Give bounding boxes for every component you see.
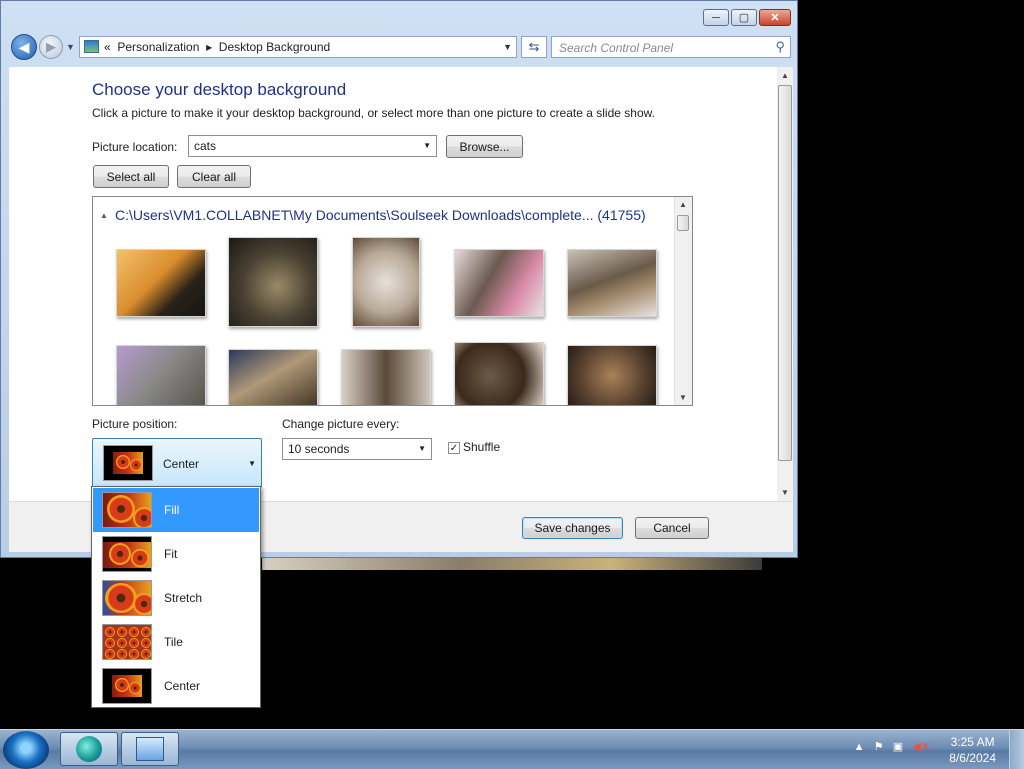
collapse-icon[interactable]: ▲ xyxy=(100,211,108,220)
picture-position-select[interactable]: Center ▼ xyxy=(92,438,262,488)
network-icon[interactable]: ▣ xyxy=(893,741,903,753)
back-button[interactable]: ◀ xyxy=(11,34,37,60)
scroll-down-icon[interactable]: ▼ xyxy=(781,488,789,497)
center-preview-icon xyxy=(103,445,153,481)
clock[interactable]: 3:25 AM 8/6/2024 xyxy=(949,734,996,766)
picture-location-label: Picture location: xyxy=(92,140,178,154)
control-panel-icon xyxy=(136,737,164,761)
clock-date: 8/6/2024 xyxy=(949,751,996,765)
clock-time: 3:25 AM xyxy=(950,735,995,749)
shuffle-checkbox[interactable]: ✓ xyxy=(448,442,460,454)
tray-icons: ▲ ⚑ ▣ ◀✕ xyxy=(854,740,930,768)
show-desktop-button[interactable] xyxy=(1009,730,1024,769)
picture-location-value: cats xyxy=(194,139,217,153)
taskbar-app-button[interactable] xyxy=(60,732,118,766)
close-button[interactable]: ✕ xyxy=(759,9,791,26)
wallpaper-thumbnail[interactable] xyxy=(228,237,318,327)
picture-position-value: Center xyxy=(163,457,200,471)
position-option-fit[interactable]: Fit xyxy=(93,532,259,576)
search-input[interactable]: Search Control Panel ⚲ xyxy=(551,36,791,58)
wallpaper-thumbnail[interactable] xyxy=(228,349,318,405)
position-option-fill[interactable]: Fill xyxy=(93,488,259,532)
picture-gallery: ▲ C:\Users\VM1.COLLABNET\My Documents\So… xyxy=(92,196,693,406)
tile-preview-icon xyxy=(102,624,152,660)
picture-position-dropdown: Fill Fit Stretch Tile Center xyxy=(91,486,261,708)
wallpaper-thumbnail[interactable] xyxy=(116,249,206,317)
position-option-label: Tile xyxy=(164,635,183,649)
page-scrollbar[interactable]: ▲ ▼ xyxy=(777,67,793,501)
scrollbar-thumb[interactable] xyxy=(677,215,689,231)
wallpaper-thumbnail[interactable] xyxy=(341,349,431,405)
breadcrumb-overflow[interactable]: « xyxy=(104,40,111,54)
wallpaper-thumbnail[interactable] xyxy=(567,249,657,317)
chevron-down-icon: ▼ xyxy=(248,459,256,468)
stretch-preview-icon xyxy=(102,580,152,616)
position-option-label: Stretch xyxy=(164,591,203,605)
shuffle-label[interactable]: Shuffle xyxy=(463,440,500,454)
address-dropdown-icon[interactable]: ▼ xyxy=(503,42,512,52)
wallpaper-thumbnail[interactable] xyxy=(567,345,657,405)
action-center-flag-icon[interactable]: ⚑ xyxy=(874,741,884,753)
search-icon[interactable]: ⚲ xyxy=(775,39,785,55)
caption-buttons: ─ ▢ ✕ xyxy=(703,9,791,26)
breadcrumb-personalization[interactable]: Personalization xyxy=(117,40,199,54)
navigation-bar: ◀ ▶ ▼ « Personalization ▸ Desktop Backgr… xyxy=(7,34,793,60)
search-placeholder: Search Control Panel xyxy=(559,41,674,55)
wallpaper-thumbnail[interactable] xyxy=(352,237,420,327)
wallpaper-thumbnail[interactable] xyxy=(454,249,544,317)
page-subtitle: Click a picture to make it your desktop … xyxy=(92,106,655,120)
change-picture-label: Change picture every: xyxy=(282,417,400,431)
chevron-down-icon: ▼ xyxy=(418,444,426,453)
forward-button[interactable]: ▶ xyxy=(39,35,63,59)
position-option-tile[interactable]: Tile xyxy=(93,620,259,664)
picture-location-select[interactable]: cats ▼ xyxy=(188,135,437,157)
control-panel-window: ─ ▢ ✕ ◀ ▶ ▼ « Personalization ▸ Desktop … xyxy=(0,0,798,558)
select-all-button[interactable]: Select all xyxy=(93,165,169,188)
app-logo-icon xyxy=(76,736,102,762)
change-picture-interval-select[interactable]: 10 seconds ▼ xyxy=(282,438,432,460)
wallpaper-thumbnail[interactable] xyxy=(454,342,544,405)
fill-preview-icon xyxy=(102,492,152,528)
breadcrumb-desktop-background[interactable]: Desktop Background xyxy=(219,40,330,54)
maximize-button[interactable]: ▢ xyxy=(731,9,757,26)
gallery-group-path: C:\Users\VM1.COLLABNET\My Documents\Soul… xyxy=(115,207,646,223)
interval-value: 10 seconds xyxy=(288,442,350,456)
position-option-label: Center xyxy=(164,679,201,693)
clear-all-button[interactable]: Clear all xyxy=(177,165,251,188)
volume-muted-icon[interactable]: ◀✕ xyxy=(912,741,930,753)
gallery-group-header[interactable]: ▲ C:\Users\VM1.COLLABNET\My Documents\So… xyxy=(100,207,646,223)
breadcrumb-separator[interactable]: ▸ xyxy=(206,40,212,54)
wallpaper-thumbnail[interactable] xyxy=(116,345,206,405)
control-panel-icon xyxy=(84,40,99,53)
picture-position-label: Picture position: xyxy=(92,417,178,431)
desktop-wallpaper-strip xyxy=(262,558,762,570)
save-changes-button[interactable]: Save changes xyxy=(522,517,623,539)
scrollbar-thumb[interactable] xyxy=(778,85,792,461)
address-bar[interactable]: « Personalization ▸ Desktop Background ▼ xyxy=(79,36,517,58)
show-hidden-icons-icon[interactable]: ▲ xyxy=(854,741,865,753)
scroll-up-icon[interactable]: ▲ xyxy=(781,71,789,80)
chevron-down-icon: ▼ xyxy=(423,141,431,150)
minimize-button[interactable]: ─ xyxy=(703,9,729,26)
position-option-label: Fit xyxy=(164,547,178,561)
browse-button[interactable]: Browse... xyxy=(446,135,523,158)
recent-pages-dropdown-icon[interactable]: ▼ xyxy=(66,42,75,52)
position-option-center[interactable]: Center xyxy=(93,664,259,708)
cancel-button[interactable]: Cancel xyxy=(635,517,709,539)
fit-preview-icon xyxy=(102,536,152,572)
position-option-label: Fill xyxy=(164,503,180,517)
page-title: Choose your desktop background xyxy=(92,80,347,99)
center-preview-icon xyxy=(102,668,152,704)
breadcrumb: « Personalization ▸ Desktop Background xyxy=(104,40,330,54)
gallery-scrollbar[interactable]: ▲ ▼ xyxy=(674,197,692,405)
position-option-stretch[interactable]: Stretch xyxy=(93,576,259,620)
start-button[interactable] xyxy=(3,731,49,769)
content-pane: Choose your desktop background Click a p… xyxy=(9,67,793,501)
refresh-icon[interactable]: ⇆ xyxy=(521,36,547,58)
scroll-down-icon[interactable]: ▼ xyxy=(679,393,687,402)
taskbar-control-panel-button[interactable] xyxy=(121,732,179,766)
scroll-up-icon[interactable]: ▲ xyxy=(679,200,687,209)
taskbar: ▲ ⚑ ▣ ◀✕ 3:25 AM 8/6/2024 xyxy=(0,729,1024,769)
